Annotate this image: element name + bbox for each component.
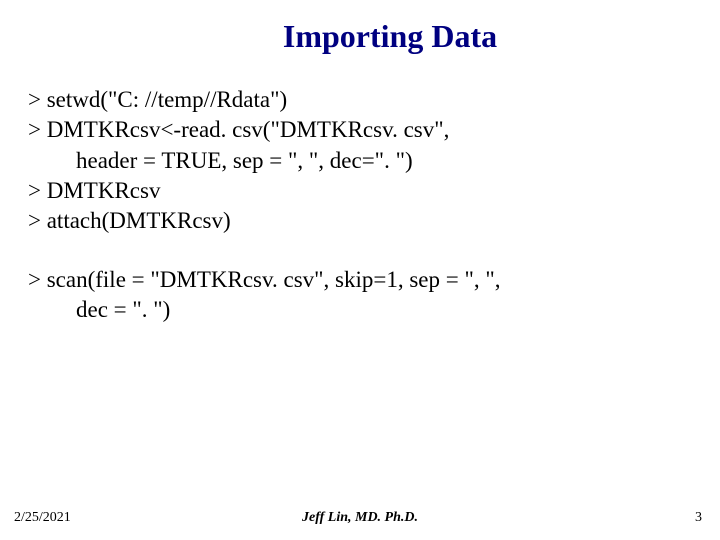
slide-content: > setwd("C: //temp//Rdata") > DMTKRcsv<-… — [0, 61, 720, 326]
footer: 2/25/2021 Jeff Lin, MD. Ph.D. 3 — [0, 502, 720, 526]
code-line: > DMTKRcsv<-read. csv("DMTKRcsv. csv", — [28, 115, 692, 145]
slide-title: Importing Data — [0, 0, 720, 61]
code-line: > setwd("C: //temp//Rdata") — [28, 85, 692, 115]
footer-page-number: 3 — [695, 510, 702, 526]
slide: Importing Data > setwd("C: //temp//Rdata… — [0, 0, 720, 540]
code-block-1: > setwd("C: //temp//Rdata") > DMTKRcsv<-… — [28, 85, 692, 237]
code-line: > scan(file = "DMTKRcsv. csv", skip=1, s… — [28, 265, 692, 295]
footer-author: Jeff Lin, MD. Ph.D. — [0, 510, 720, 526]
code-line: header = TRUE, sep = ", ", dec=". ") — [28, 146, 692, 176]
code-line: > attach(DMTKRcsv) — [28, 206, 692, 236]
code-line: dec = ". ") — [28, 295, 692, 325]
code-line: > DMTKRcsv — [28, 176, 692, 206]
code-block-2: > scan(file = "DMTKRcsv. csv", skip=1, s… — [28, 265, 692, 326]
